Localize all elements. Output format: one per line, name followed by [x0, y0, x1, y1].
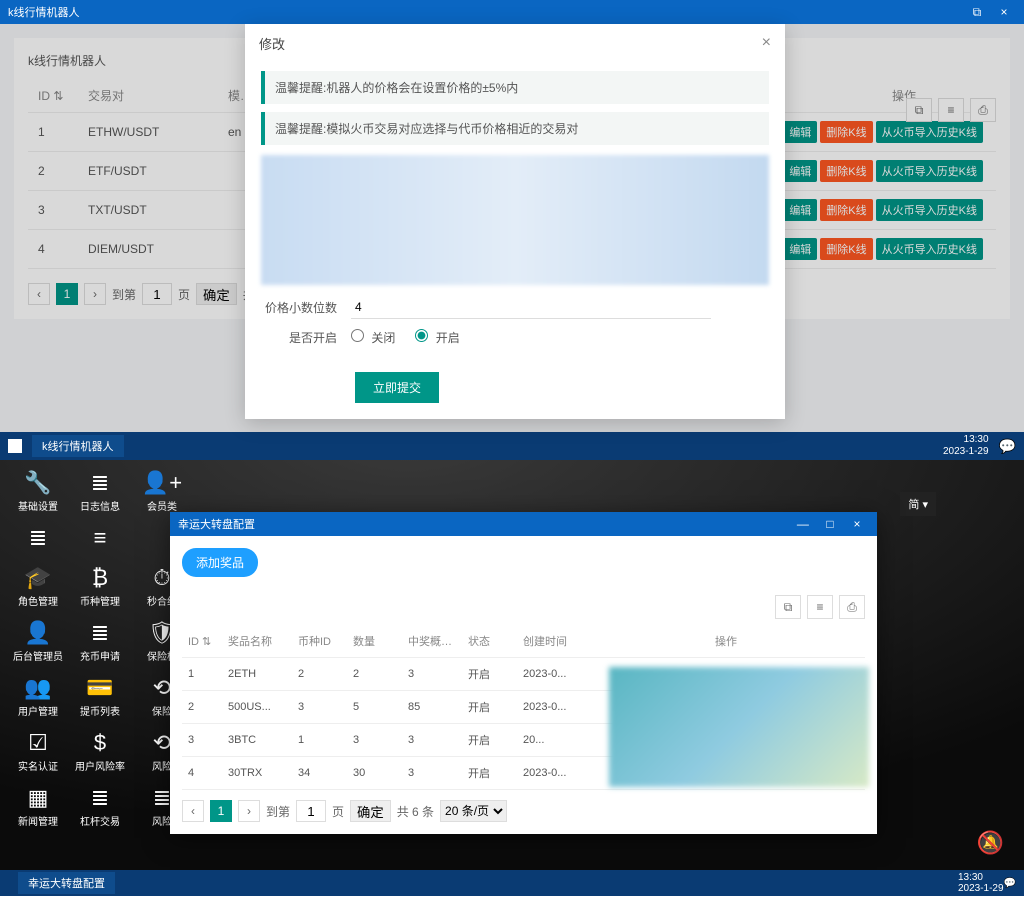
desktop-icon[interactable]: 🎓角色管理 [10, 567, 66, 608]
decimal-input[interactable] [351, 295, 711, 319]
sp-cur[interactable]: 1 [210, 800, 232, 822]
sub-window: 幸运大转盘配置 — □ × 添加奖品 ⧉ ≡ ⎙ ID ⇅ 奖品名称 币种ID … [170, 512, 877, 834]
redacted-form-area [261, 155, 769, 285]
enable-label: 是否开启 [261, 329, 351, 346]
c-coin: 币种ID [292, 625, 347, 658]
submit-button[interactable]: 立即提交 [355, 372, 439, 403]
window-title: k线行情机器人 [8, 4, 80, 20]
start-icon[interactable] [8, 439, 22, 453]
sub-tool-grid-icon[interactable]: ⧉ [775, 595, 801, 619]
taskbar-bottom: 幸运大转盘配置 13:302023-1-29 💬 [0, 870, 1024, 896]
chat-icon-2[interactable]: 💬 [1004, 878, 1016, 889]
desktop-icons: 🔧基础设置≣日志信息👤+会员类≣≡🎓角色管理₿币种管理⏱秒合约👤后台管理员≣充币… [10, 472, 190, 828]
radio-on[interactable]: 开启 [415, 329, 459, 346]
sub-min-icon[interactable]: — [791, 517, 815, 531]
sub-max-icon[interactable]: □ [818, 517, 842, 531]
app-icon: ≣ [153, 787, 171, 809]
desktop-icon[interactable]: ₿币种管理 [72, 567, 128, 608]
modal-title: 修改 [259, 34, 285, 53]
sub-close-icon[interactable]: × [845, 517, 869, 531]
taskbar-item-2[interactable]: 幸运大转盘配置 [18, 872, 115, 894]
app-icon: 👤 [24, 622, 51, 644]
clock: 13:302023-1-29 [943, 434, 989, 458]
app-icon: ⏱ [153, 567, 170, 589]
desktop-icon[interactable]: 👤后台管理员 [10, 622, 66, 663]
sp-confirm[interactable]: 确定 [350, 800, 391, 822]
app-icon: ☑ [28, 732, 48, 754]
app-icon: ▦ [28, 787, 49, 809]
sub-pager: ‹ 1 › 到第 页 确定 共 6 条 20 条/页 [182, 800, 865, 822]
desktop-icon[interactable]: $用户风险率 [72, 732, 128, 773]
c-status: 状态 [462, 625, 517, 658]
redacted-ops-area [609, 667, 869, 787]
add-prize-button[interactable]: 添加奖品 [182, 548, 258, 577]
tip-1: 温馨提醒:机器人的价格会在设置价格的±5%内 [261, 71, 769, 104]
language-selector[interactable]: 简 ▾ [900, 492, 936, 516]
taskbar-top: k线行情机器人 13:302023-1-29 💬 [0, 432, 1024, 460]
window-titlebar: k线行情机器人 ⧉ × [0, 0, 1024, 24]
sp-page-input[interactable] [296, 800, 326, 822]
app-icon: 👥 [24, 677, 51, 699]
sub-tool-print-icon[interactable]: ⎙ [839, 595, 865, 619]
sp-pagesize[interactable]: 20 条/页 [440, 800, 507, 822]
c-ops: 操作 [587, 625, 865, 658]
notifications-off-icon[interactable]: 🔕 [977, 830, 1004, 856]
desktop-icon[interactable]: ☑实名认证 [10, 732, 66, 773]
app-icon: ≡ [94, 527, 107, 549]
app-icon: ≣ [29, 527, 47, 549]
sp-prev[interactable]: ‹ [182, 800, 204, 822]
app-icon: ≣ [91, 787, 109, 809]
app-icon: 💳 [86, 677, 113, 699]
c-time: 创建时间 [517, 625, 587, 658]
desktop-icon[interactable]: 👤+会员类 [134, 472, 190, 513]
desktop-icon[interactable]: 💳提币列表 [72, 677, 128, 718]
modal-close-icon[interactable]: × [762, 34, 771, 53]
c-id[interactable]: ID ⇅ [182, 625, 222, 658]
desktop-icon[interactable]: ≣日志信息 [72, 472, 128, 513]
desktop-icon[interactable]: 👥用户管理 [10, 677, 66, 718]
taskbar-item[interactable]: k线行情机器人 [32, 435, 124, 457]
app-icon: 🔧 [24, 472, 51, 494]
desktop-icon[interactable]: ≣ [10, 527, 66, 553]
decimal-label: 价格小数位数 [261, 299, 351, 316]
sub-window-title: 幸运大转盘配置 [178, 516, 255, 532]
desktop-icon[interactable]: ≡ [72, 527, 128, 553]
clock-2: 13:302023-1-29 [958, 872, 1004, 894]
app-icon: ≣ [91, 622, 109, 644]
app-icon: 👤+ [142, 472, 182, 494]
app-icon: $ [94, 732, 106, 754]
c-prob: 中奖概… [402, 625, 462, 658]
desktop-icon[interactable]: ≣杠杆交易 [72, 787, 128, 828]
app-icon: ⟲ [153, 677, 171, 699]
tip-2: 温馨提醒:模拟火币交易对应选择与代币价格相近的交易对 [261, 112, 769, 145]
app-icon: ₿ [92, 567, 108, 589]
edit-modal: 修改 × 温馨提醒:机器人的价格会在设置价格的±5%内 温馨提醒:模拟火币交易对… [245, 24, 785, 419]
desktop-icon[interactable]: ≣充币申请 [72, 622, 128, 663]
window-close-icon[interactable]: × [992, 5, 1016, 19]
chat-icon[interactable]: 💬 [999, 438, 1016, 455]
window-restore-icon[interactable]: ⧉ [965, 5, 989, 20]
app-icon: ⟲ [153, 732, 171, 754]
c-qty: 数量 [347, 625, 402, 658]
radio-off[interactable]: 关闭 [351, 329, 395, 346]
app-icon: ≣ [91, 472, 109, 494]
sub-tool-export-icon[interactable]: ≡ [807, 595, 833, 619]
desktop-icon[interactable]: 🔧基础设置 [10, 472, 66, 513]
app-icon: 🎓 [24, 567, 51, 589]
sp-total: 共 6 条 [397, 803, 434, 820]
desktop-icon[interactable]: ▦新闻管理 [10, 787, 66, 828]
sp-next[interactable]: › [238, 800, 260, 822]
c-name: 奖品名称 [222, 625, 292, 658]
